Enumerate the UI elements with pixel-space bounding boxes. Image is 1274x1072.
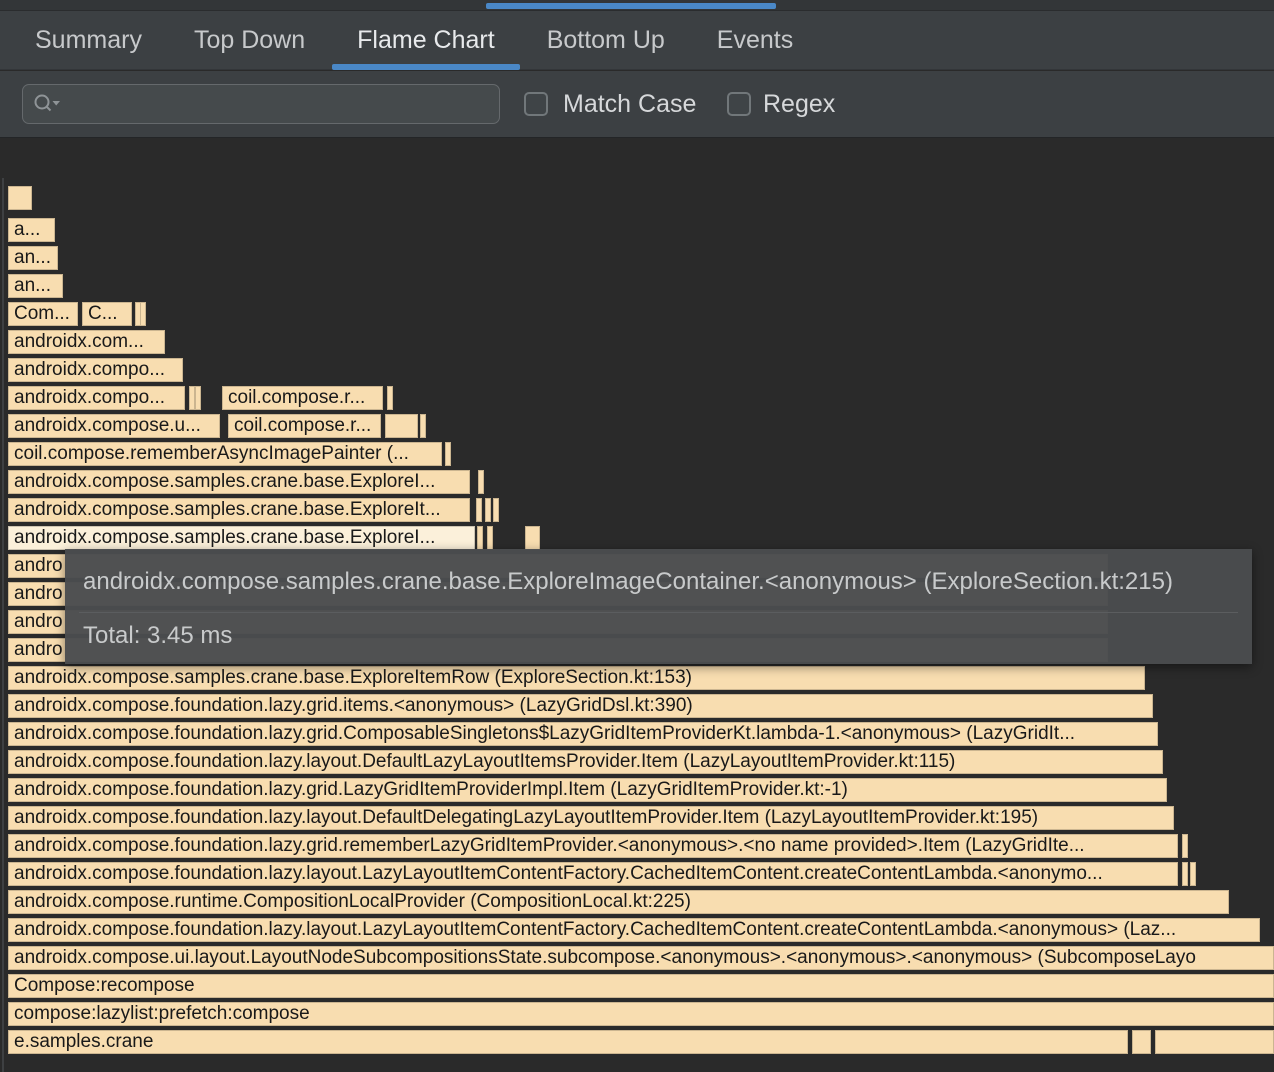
flame-bar[interactable]: androidx.compose.foundation.lazy.layout.… <box>8 862 1178 886</box>
flame-bar-sliver[interactable] <box>140 302 146 326</box>
profiler-tab-bar: Summary Top Down Flame Chart Bottom Up E… <box>0 11 1274 70</box>
tooltip-frame-name: androidx.compose.samples.crane.base.Expl… <box>83 568 1238 596</box>
flame-bar[interactable]: androidx.compose.samples.crane.base.Expl… <box>8 470 470 494</box>
flame-bar[interactable]: coil.compose.rememberAsyncImagePainter (… <box>8 442 442 466</box>
chart-left-rail <box>2 178 4 1072</box>
flame-bar-sliver[interactable] <box>1190 862 1196 886</box>
tab-top-down[interactable]: Top Down <box>194 11 305 70</box>
flame-bar[interactable]: androidx.compose.samples.crane.base.Expl… <box>8 498 470 522</box>
flame-bar[interactable]: androidx.compose.foundation.lazy.layout.… <box>8 806 1174 830</box>
tab-events[interactable]: Events <box>717 11 793 70</box>
tab-summary[interactable]: Summary <box>35 11 142 70</box>
flame-bar[interactable]: androidx.compose.foundation.lazy.grid.it… <box>8 694 1153 718</box>
flame-bar[interactable]: coil.compose.r... <box>222 386 383 410</box>
flame-bar[interactable]: e.samples.crane <box>8 1030 1128 1054</box>
flame-bar[interactable]: androidx.compose.foundation.lazy.layout.… <box>8 918 1260 942</box>
flame-bar-sliver[interactable] <box>1155 1030 1274 1054</box>
flame-bar[interactable]: C... <box>82 302 132 326</box>
flame-bar-sliver[interactable] <box>476 498 482 522</box>
flame-bar-sliver[interactable] <box>195 386 201 410</box>
flame-bar-sliver[interactable] <box>1182 862 1188 886</box>
flame-bar[interactable]: Compose:recompose <box>8 974 1274 998</box>
flame-bar[interactable]: androidx.compose.samples.crane.base.Expl… <box>8 666 1145 690</box>
flame-bar[interactable]: androidx.compose.foundation.lazy.grid.La… <box>8 778 1167 802</box>
flame-bar[interactable]: androidx.compo... <box>8 386 185 410</box>
flame-bar[interactable]: an... <box>8 274 63 298</box>
search-box[interactable] <box>22 84 500 124</box>
regex-label: Regex <box>763 71 835 137</box>
flame-bar[interactable]: Com... <box>8 302 78 326</box>
flame-bar-sliver[interactable] <box>8 186 32 210</box>
flame-bar[interactable]: a... <box>8 218 55 242</box>
parent-tab-accent-bar <box>486 3 776 9</box>
search-input[interactable] <box>61 91 499 117</box>
flame-bar-sliver[interactable] <box>420 414 426 438</box>
tab-bottom-up[interactable]: Bottom Up <box>547 11 665 70</box>
flame-bar[interactable]: androidx.compose.foundation.lazy.grid.re… <box>8 834 1178 858</box>
flame-bar-sliver[interactable] <box>525 526 540 550</box>
search-toolbar: Match Case Regex <box>0 71 1274 138</box>
flame-bar-sliver[interactable] <box>385 414 418 438</box>
flame-bar-sliver[interactable] <box>485 498 491 522</box>
flame-bar-sliver[interactable] <box>1182 834 1188 858</box>
flame-bar[interactable]: coil.compose.r... <box>228 414 381 438</box>
match-case-checkbox[interactable] <box>524 92 548 116</box>
flame-bar[interactable]: androidx.compose.u... <box>8 414 220 438</box>
flame-bar[interactable]: an... <box>8 246 58 270</box>
flame-bar-sliver[interactable] <box>493 498 499 522</box>
tooltip-total-time: Total: 3.45 ms <box>83 622 232 650</box>
tab-flame-chart[interactable]: Flame Chart <box>357 11 495 70</box>
flame-bar-sliver[interactable] <box>387 386 393 410</box>
flame-bar[interactable]: androidx.compose.samples.crane.base.Expl… <box>8 526 475 550</box>
flame-bar[interactable]: androidx.compo... <box>8 358 183 382</box>
flame-bar-sliver[interactable] <box>478 470 484 494</box>
match-case-label: Match Case <box>563 71 696 137</box>
search-icon[interactable] <box>23 93 61 115</box>
window-top-strip <box>0 0 1274 11</box>
regex-checkbox[interactable] <box>727 92 751 116</box>
flame-bar[interactable]: androidx.compose.foundation.lazy.layout.… <box>8 750 1163 774</box>
flame-bar[interactable]: compose:lazylist:prefetch:compose <box>8 1002 1274 1026</box>
flame-bar-sliver[interactable] <box>487 526 493 550</box>
flame-bar[interactable]: androidx.compose.ui.layout.LayoutNodeSub… <box>8 946 1274 970</box>
flame-bar-sliver[interactable] <box>445 442 451 466</box>
flame-bar[interactable]: androidx.com... <box>8 330 165 354</box>
flame-bar-sliver[interactable] <box>1132 1030 1151 1054</box>
tooltip-divider <box>79 612 1238 613</box>
flame-tooltip: androidx.compose.samples.crane.base.Expl… <box>65 549 1252 664</box>
flame-bar[interactable]: androidx.compose.runtime.CompositionLoca… <box>8 890 1229 914</box>
flame-bar-sliver[interactable] <box>477 526 483 550</box>
flame-bar[interactable]: androidx.compose.foundation.lazy.grid.Co… <box>8 722 1158 746</box>
